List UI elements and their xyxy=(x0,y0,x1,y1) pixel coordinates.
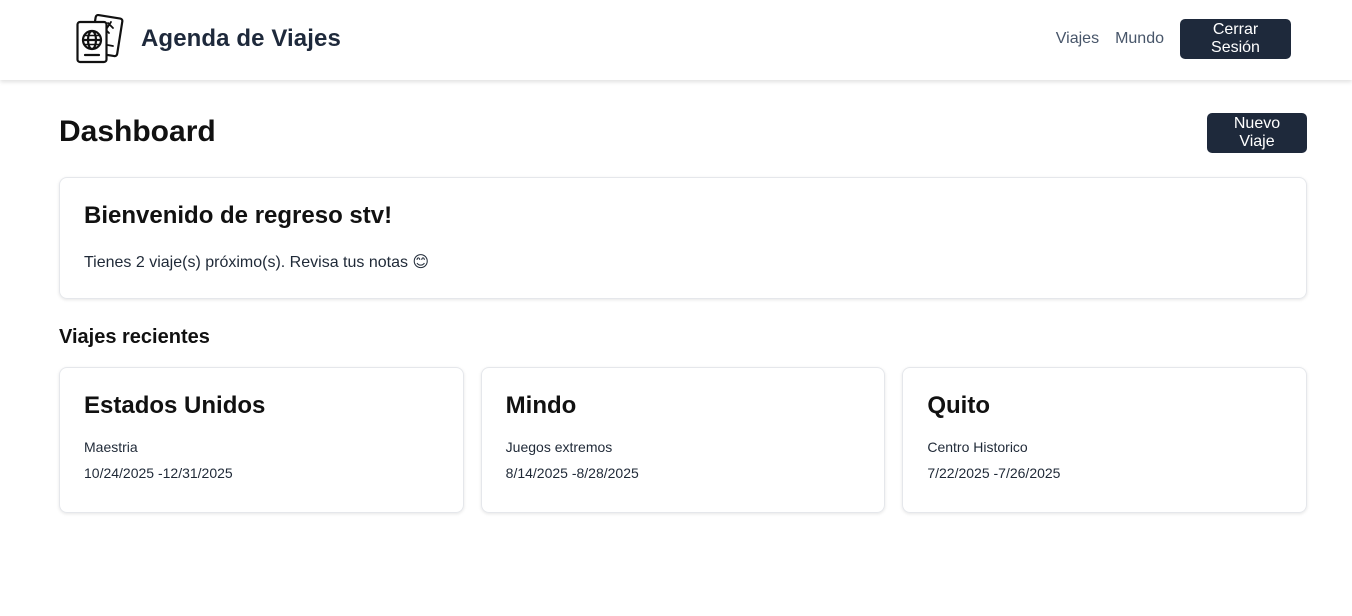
trip-dates: 8/14/2025 -8/28/2025 xyxy=(505,465,639,481)
brand-link[interactable]: Agenda de Viajes xyxy=(75,14,341,64)
app-title: Agenda de Viajes xyxy=(141,25,341,52)
welcome-message: Tienes 2 viaje(s) próximo(s). Revisa tus… xyxy=(84,254,430,271)
trip-description: Maestria xyxy=(84,439,138,455)
trip-description: Centro Historico xyxy=(927,439,1028,455)
trip-name: Estados Unidos xyxy=(84,392,266,419)
trip-name: Mindo xyxy=(505,392,577,419)
nav-menu: Viajes Mundo Cerrar Sesión xyxy=(1056,19,1291,59)
recent-trips-heading: Viajes recientes xyxy=(59,326,210,348)
top-navbar: Agenda de Viajes Viajes Mundo Cerrar Ses… xyxy=(0,0,1352,80)
logout-button[interactable]: Cerrar Sesión xyxy=(1180,19,1291,59)
trip-dates: 10/24/2025 -12/31/2025 xyxy=(84,465,233,481)
new-trip-button[interactable]: Nuevo Viaje xyxy=(1207,113,1307,153)
page-title: Dashboard xyxy=(59,115,216,148)
trip-card[interactable]: Quito Centro Historico 7/22/2025 -7/26/2… xyxy=(902,367,1308,513)
welcome-title: Bienvenido de regreso stv! xyxy=(84,202,393,229)
trip-name: Quito xyxy=(927,392,990,419)
nav-link-viajes[interactable]: Viajes xyxy=(1056,30,1099,48)
trip-card[interactable]: Estados Unidos Maestria 10/24/2025 -12/3… xyxy=(59,367,464,513)
recent-trips-list: Estados Unidos Maestria 10/24/2025 -12/3… xyxy=(59,367,1308,513)
trip-dates: 7/22/2025 -7/26/2025 xyxy=(927,465,1061,481)
welcome-card: Bienvenido de regreso stv! Tienes 2 viaj… xyxy=(59,177,1307,299)
nav-link-mundo[interactable]: Mundo xyxy=(1115,30,1164,48)
passport-icon xyxy=(76,14,124,64)
trip-description: Juegos extremos xyxy=(505,439,613,455)
trip-card[interactable]: Mindo Juegos extremos 8/14/2025 -8/28/20… xyxy=(480,367,886,513)
